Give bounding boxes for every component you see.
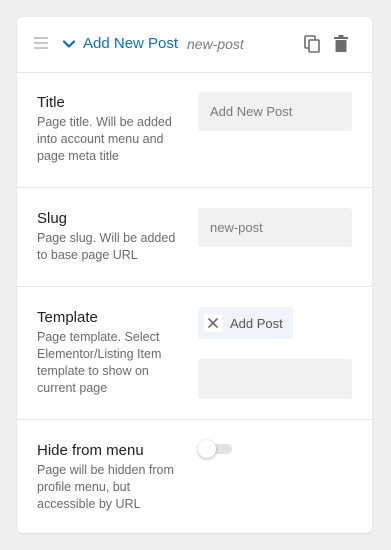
- template-field-description: Page template. Select Elementor/Listing …: [37, 330, 162, 395]
- page-title-toggle[interactable]: Add New Post: [83, 35, 178, 52]
- template-field-row: Template Page template. Select Elementor…: [17, 287, 372, 420]
- chevron-down-icon[interactable]: [62, 37, 76, 51]
- title-input[interactable]: [198, 92, 352, 131]
- hide-from-menu-label: Hide from menu: [37, 442, 144, 459]
- hide-from-menu-toggle[interactable]: [198, 440, 234, 458]
- toggle-knob: [198, 440, 216, 458]
- page-settings-card: Add New Post new-post Title Page title. …: [17, 17, 372, 533]
- card-header: Add New Post new-post: [17, 17, 372, 73]
- selected-template-label: Add Post: [230, 315, 283, 331]
- template-search-input[interactable]: [198, 359, 352, 399]
- hide-from-menu-description: Page will be hidden from profile menu, b…: [37, 463, 174, 511]
- remove-template-button[interactable]: [204, 314, 222, 332]
- drag-handle-icon[interactable]: [34, 37, 48, 49]
- title-field-row: Title Page title. Will be added into acc…: [17, 72, 372, 188]
- selected-template-chip: Add Post: [198, 307, 293, 339]
- title-field-label: Title: [37, 94, 65, 111]
- template-field-label: Template: [37, 309, 98, 326]
- page-slug-label: new-post: [187, 36, 244, 52]
- close-icon: [208, 318, 218, 328]
- slug-field-description: Page slug. Will be added to base page UR…: [37, 231, 176, 262]
- copy-icon[interactable]: [304, 35, 320, 53]
- slug-field-label: Slug: [37, 210, 68, 227]
- trash-icon[interactable]: [334, 35, 348, 52]
- slug-input[interactable]: [198, 208, 352, 247]
- title-field-description: Page title. Will be added into account m…: [37, 115, 172, 163]
- hide-from-menu-row: Hide from menu Page will be hidden from …: [17, 420, 372, 533]
- slug-field-row: Slug Page slug. Will be added to base pa…: [17, 188, 372, 287]
